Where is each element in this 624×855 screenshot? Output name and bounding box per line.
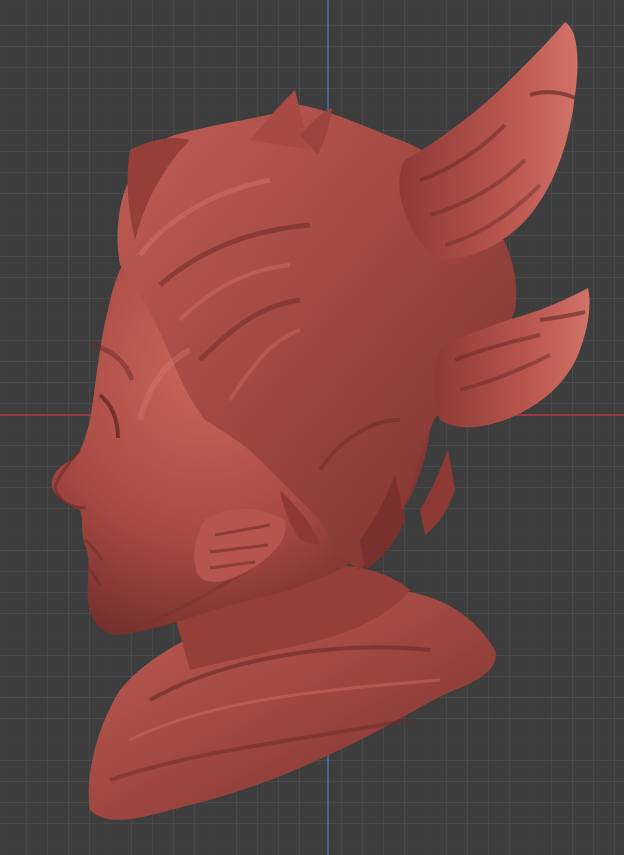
sculpted-model[interactable] bbox=[0, 0, 624, 855]
upper-horn bbox=[399, 22, 578, 260]
3d-viewport[interactable] bbox=[0, 0, 624, 855]
